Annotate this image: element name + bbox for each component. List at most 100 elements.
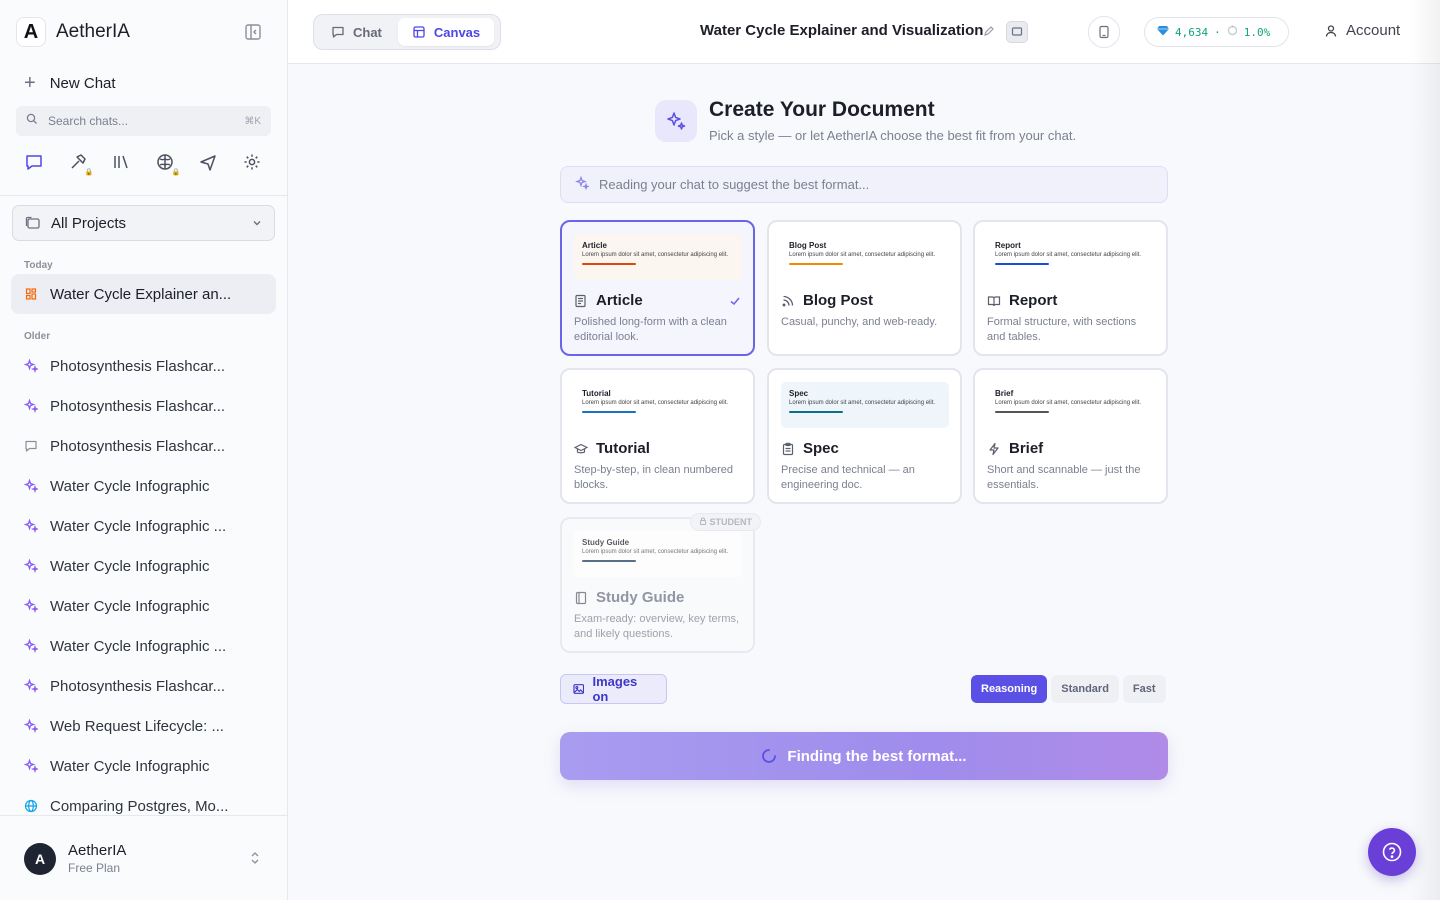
chats-icon[interactable] [24,152,44,174]
library-icon[interactable] [111,152,131,174]
find-format-button[interactable]: Finding the best format... [560,732,1168,780]
chat-history-item[interactable]: Water Cycle Explainer an... [11,274,276,314]
chat-history-item[interactable]: Water Cycle Infographic ... [11,506,276,546]
account-button[interactable]: Account [1324,22,1400,39]
format-name: Study Guide [596,589,685,606]
format-card[interactable]: Tutorial Lorem ipsum dolor sit amet, cons… [560,368,755,504]
chevron-up-down-icon[interactable] [250,851,260,866]
plus-icon: + [24,72,36,94]
format-name-row: Tutorial [574,440,650,457]
sidebar: A AetherIA + New Chat ⌘K 🔒 🔒 [0,0,288,900]
tab-chat[interactable]: Chat [317,18,396,46]
older-chat-list: Photosynthesis Flashcar... Photosynthesis… [11,346,276,826]
sparkle-icon [24,639,38,653]
preview-title: Report [995,241,1021,250]
projects-dropdown[interactable]: All Projects [12,205,275,241]
chat-bubble-icon [332,26,344,38]
collapse-sidebar-icon[interactable] [244,23,264,43]
chat-history-item[interactable]: Water Cycle Infographic [11,546,276,586]
format-preview: Spec Lorem ipsum dolor sit amet, consecte… [781,382,949,428]
images-toggle[interactable]: Images on [560,674,667,704]
search-shortcut: ⌘K [244,115,261,127]
chat-history-item[interactable]: Water Cycle Infographic [11,746,276,786]
sparkle-icon [24,359,38,373]
chat-history-item[interactable]: Web Request Lifecycle: ... [11,706,276,746]
format-card[interactable]: Blog Post Lorem ipsum dolor sit amet, con… [767,220,962,356]
speed-option-reasoning[interactable]: Reasoning [971,675,1048,703]
brain-icon[interactable]: 🔒 [155,152,181,176]
format-name: Blog Post [803,292,873,309]
sparkle-icon [24,599,38,613]
sparkle-icon [24,479,38,493]
sidebar-footer-divider [0,815,288,816]
speed-option-fast[interactable]: Fast [1122,675,1166,703]
preview-accent-line [995,263,1049,265]
sparkle-icon [24,679,38,693]
send-icon[interactable] [198,152,218,174]
chat-history-label: Water Cycle Infographic ... [50,637,227,655]
chat-history-item[interactable]: Photosynthesis Flashcar... [11,346,276,386]
comment-button[interactable] [1006,21,1028,43]
chat-history-item[interactable]: Photosynthesis Flashcar... [11,426,276,466]
format-card[interactable]: Report Lorem ipsum dolor sit amet, consec… [973,220,1168,356]
tab-canvas[interactable]: Canvas [397,18,495,46]
preview-accent-line [789,411,843,413]
notebook-icon [574,591,588,605]
usage-percent: 1.0% [1243,25,1271,39]
brand[interactable]: A AetherIA [16,17,130,47]
new-chat-button[interactable]: + New Chat [24,73,116,93]
user-menu[interactable]: A AetherIA Free Plan [24,842,126,875]
format-card[interactable]: Study Guide Lorem ipsum dolor sit amet, c… [560,513,761,653]
chat-history-item[interactable]: Photosynthesis Flashcar... [11,386,276,426]
sparkle-icon [24,719,38,733]
page-title: Create Your Document [709,98,935,121]
chat-history-label: Web Request Lifecycle: ... [50,717,224,735]
chat-history-item[interactable]: Photosynthesis Flashcar... [11,666,276,706]
chat-history-label: Water Cycle Explainer an... [50,285,232,303]
search-icon [26,112,38,130]
format-name: Spec [803,440,839,457]
tab-canvas-label: Canvas [433,24,481,40]
status-text: Reading your chat to suggest the best fo… [599,177,870,192]
tools-hammer-icon[interactable]: 🔒 [68,152,94,176]
separator-dot: · [1214,25,1221,39]
format-card[interactable]: Spec Lorem ipsum dolor sit amet, consecte… [767,368,962,504]
search-input[interactable] [48,114,235,128]
format-card[interactable]: Brief Lorem ipsum dolor sit amet, consect… [973,368,1168,504]
chat-history-item[interactable]: Water Cycle Infographic [11,586,276,626]
panel-edge-shadow [1410,0,1440,900]
settings-gear-icon[interactable] [242,152,262,174]
new-chat-label: New Chat [49,74,116,92]
chevron-down-icon [252,215,262,232]
student-badge: STUDENT [689,513,761,531]
help-button[interactable] [1368,828,1416,876]
folders-icon [25,216,40,229]
mode-switch: Chat Canvas [313,14,501,50]
chat-history-item[interactable]: Water Cycle Infographic ... [11,626,276,666]
format-description: Polished long-form with a clean editoria… [574,316,727,343]
format-name-row: Spec [781,440,839,457]
credits-count: 4,634 [1175,25,1209,39]
search-box[interactable]: ⌘K [16,106,271,136]
top-bar: Chat Canvas Water Cycle Explainer and Vi… [288,0,1440,64]
format-card[interactable]: Article Lorem ipsum dolor sit amet, conse… [560,220,755,356]
format-name: Report [1009,292,1058,309]
pencil-icon[interactable] [983,24,995,42]
chat-history-label: Water Cycle Infographic [50,477,210,495]
credits-badge[interactable]: 4,634 · 1.0% [1144,17,1289,47]
images-toggle-label: Images on [592,674,638,704]
format-name-row: Brief [987,440,1043,457]
chat-history-label: Comparing Postgres, Mo... [50,797,229,815]
chat-history-label: Water Cycle Infographic [50,557,210,575]
rss-icon [781,294,795,308]
chat-history-item[interactable]: Comparing Postgres, Mo... [11,786,276,826]
find-format-label: Finding the best format... [787,747,967,765]
preview-body: Lorem ipsum dolor sit amet, consectetur … [995,252,1142,258]
preview-accent-line [582,263,636,265]
preview-body: Lorem ipsum dolor sit amet, consectetur … [582,252,729,258]
speed-option-standard[interactable]: Standard [1051,675,1119,703]
format-preview: Article Lorem ipsum dolor sit amet, conse… [574,234,742,280]
preview-title: Article [582,241,607,250]
chat-history-item[interactable]: Water Cycle Infographic [11,466,276,506]
device-preview-button[interactable] [1088,16,1120,48]
